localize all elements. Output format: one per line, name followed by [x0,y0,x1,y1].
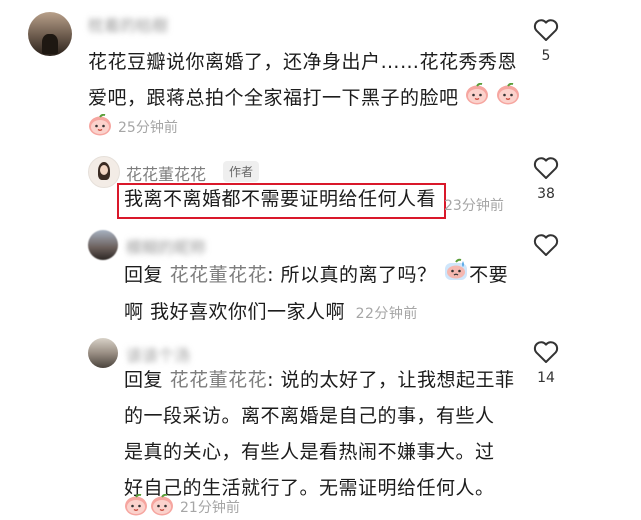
reply-prefix: 回复 [124,264,164,286]
avatar[interactable] [88,338,118,368]
comment-text: 回复 花花董花花: 说的太好了，让我想起王菲 的一段采访。离不离婚是自己的事，有… [124,362,534,506]
comment-text-line: 回复 花花董花花: 说的太好了，让我想起王菲 [124,362,534,398]
comment-text-segment: : 说的太好了，让我想起王菲 [267,369,515,391]
like-count: 5 [541,48,551,64]
avatar[interactable] [88,156,120,188]
comment-text-line: 花花豆瓣说你离婚了，还净身出户……花花秀秀恩 [88,51,518,73]
heart-outline-icon [533,19,559,41]
like-count: 14 [537,370,555,386]
peach-emoji-icon [124,493,148,520]
username[interactable]: 模糊的昵称 [126,234,206,258]
peach-emoji-icon [150,493,174,520]
avatar[interactable] [28,12,72,56]
comment-text-segment: 啊 我好喜欢你们一家人啊 [124,300,346,323]
comment-text-line: 啊 我好喜欢你们一家人啊 22分钟前 [124,294,524,332]
like-button[interactable] [531,18,561,46]
comment-text-line: 是真的关心，有些人是看热闹不嫌事大。过 [124,441,495,463]
peach-emoji-icon [496,81,520,117]
reply-prefix: 回复 [124,369,164,391]
sweat-emoji-icon [443,258,469,294]
comment-text-line: 的一段采访。离不离婚是自己的事，有些人 [124,405,495,427]
username[interactable]: 枕着的枯樹 [88,12,168,36]
comment-text: 花花豆瓣说你离婚了，还净身出户……花花秀秀恩 爱吧，跟蒋总拍个全家福打一下黑子的… [88,44,520,117]
comment-text: 回复 花花董花花: 所以真的离了吗？ 不要 啊 我好喜欢你们一家人啊 22分钟前 [124,257,524,332]
comment-time: 23分钟前 [444,198,504,214]
comment-time: 21分钟前 [180,500,240,516]
comment-text-segment: : 所以真的离了吗？ [267,264,437,286]
comment-text-segment: 不要 [469,264,509,286]
comment-time: 22分钟前 [355,305,418,322]
peach-emoji-icon [88,113,112,140]
heart-outline-icon [533,341,559,363]
comment-meta: 25分钟前 [88,113,178,140]
avatar[interactable] [88,230,118,260]
peach-emoji-icon [465,81,489,117]
comment-text-line: 回复 花花董花花: 所以真的离了吗？ 不要 [124,257,524,294]
reply-to-username[interactable]: 花花董花花 [170,264,268,286]
like-button[interactable] [531,233,561,261]
heart-outline-icon [533,234,559,256]
comment-text-line: 爱吧，跟蒋总拍个全家福打一下黑子的脸吧 [88,80,520,117]
comment-text-line: 爱吧，跟蒋总拍个全家福打一下黑子的脸吧 [88,87,459,109]
reply-to-username[interactable]: 花花董花花 [170,369,268,391]
like-button[interactable] [531,340,561,368]
like-button[interactable] [531,156,561,184]
comment-text: 我离不离婚都不需要证明给任何人看 [124,188,437,210]
comment-meta: 21分钟前 [124,493,240,520]
comment-time: 25分钟前 [118,120,178,136]
like-count: 38 [537,186,555,202]
author-badge: 作者 [223,161,260,182]
heart-outline-icon [533,157,559,179]
